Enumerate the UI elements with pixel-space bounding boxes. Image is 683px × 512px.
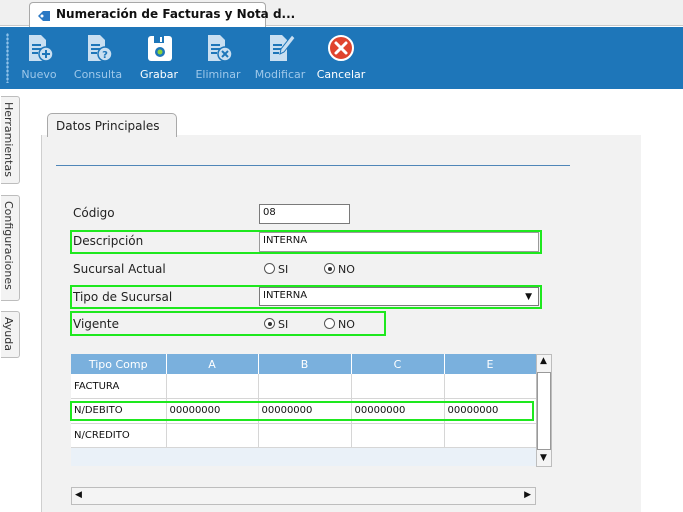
table-cell[interactable] bbox=[444, 423, 536, 448]
table-cell[interactable]: FACTURA bbox=[71, 374, 167, 399]
table-cell[interactable] bbox=[351, 374, 445, 399]
sucursal-actual-label: Sucursal Actual bbox=[73, 262, 166, 276]
modificar-button[interactable]: Modificar bbox=[254, 32, 306, 86]
section-divider bbox=[56, 165, 570, 166]
table-cell[interactable] bbox=[258, 374, 352, 399]
scroll-left-arrow-icon[interactable]: ◀ bbox=[75, 490, 82, 500]
consulta-label: Consulta bbox=[73, 68, 123, 81]
sucursal-actual-si-label: SI bbox=[278, 263, 289, 276]
save-disk-icon bbox=[148, 36, 172, 61]
scrollbar-thumb[interactable] bbox=[537, 372, 551, 450]
table-cell[interactable] bbox=[166, 374, 259, 399]
table-row[interactable]: N/CREDITO bbox=[71, 423, 536, 448]
nuevo-button[interactable]: Nuevo bbox=[13, 32, 65, 86]
highlight-box-tipo-sucursal bbox=[70, 285, 542, 309]
highlight-box-ndebito-row bbox=[70, 401, 534, 421]
side-tab-configuraciones[interactable]: Configuraciones bbox=[1, 195, 20, 301]
sucursal-actual-no-label: NO bbox=[338, 263, 355, 276]
side-tab-herramientas[interactable]: Herramientas bbox=[1, 96, 20, 184]
eliminar-label: Eliminar bbox=[195, 68, 241, 81]
highlight-box-descripcion bbox=[70, 230, 542, 254]
new-document-icon bbox=[29, 35, 54, 62]
table-header-row: Tipo Comp A B C E bbox=[71, 354, 536, 374]
column-header-a[interactable]: A bbox=[166, 354, 259, 374]
side-tab-label: Ayuda bbox=[2, 317, 15, 351]
highlight-box-vigente bbox=[70, 311, 386, 336]
scroll-up-arrow-icon[interactable]: ▲ bbox=[540, 356, 547, 366]
document-tab-icon bbox=[38, 11, 50, 21]
document-tab[interactable]: Numeración de Facturas y Nota d... bbox=[29, 2, 295, 27]
toolbar-grip[interactable] bbox=[6, 33, 9, 83]
sucursal-actual-si-radio[interactable]: SI bbox=[264, 263, 288, 276]
tab-datos-principales[interactable]: Datos Principales bbox=[47, 113, 177, 137]
nuevo-label: Nuevo bbox=[21, 68, 57, 81]
sucursal-actual-no-radio[interactable]: NO bbox=[324, 263, 355, 276]
scroll-right-arrow-icon[interactable]: ▶ bbox=[524, 490, 531, 500]
radio-unchecked-icon bbox=[264, 263, 275, 274]
grid-horizontal-scrollbar[interactable]: ◀ ▶ bbox=[71, 487, 536, 505]
cancel-icon bbox=[328, 35, 354, 61]
consulta-button[interactable]: ? Consulta bbox=[72, 32, 124, 86]
table-cell[interactable]: N/CREDITO bbox=[71, 423, 167, 448]
modificar-label: Modificar bbox=[254, 68, 306, 81]
cancelar-label: Cancelar bbox=[316, 68, 366, 81]
table-cell[interactable] bbox=[444, 374, 536, 399]
codigo-label: Código bbox=[73, 206, 115, 220]
document-tab-label: Numeración de Facturas y Nota d... bbox=[56, 7, 296, 21]
column-header-e[interactable]: E bbox=[444, 354, 536, 374]
column-header-b[interactable]: B bbox=[258, 354, 352, 374]
cancelar-button[interactable]: Cancelar bbox=[315, 32, 367, 86]
query-document-icon: ? bbox=[88, 35, 113, 62]
codigo-field[interactable]: 08 bbox=[259, 204, 350, 224]
table-cell[interactable] bbox=[258, 423, 352, 448]
table-cell[interactable] bbox=[351, 423, 445, 448]
delete-document-icon bbox=[208, 35, 233, 62]
tab-datos-principales-label: Datos Principales bbox=[56, 119, 160, 133]
svg-text:?: ? bbox=[102, 50, 108, 61]
grabar-button[interactable]: Grabar bbox=[133, 32, 185, 86]
edit-document-icon bbox=[270, 34, 295, 61]
grid-vertical-scrollbar[interactable]: ▲ ▼ bbox=[536, 354, 552, 467]
eliminar-button[interactable]: Eliminar bbox=[192, 32, 244, 86]
table-cell[interactable] bbox=[166, 423, 259, 448]
toolbar: Nuevo ? Consulta Grabar Eliminar Modific… bbox=[0, 27, 683, 89]
radio-checked-icon bbox=[324, 263, 335, 274]
grabar-label: Grabar bbox=[139, 68, 179, 81]
window-tab-strip: Numeración de Facturas y Nota d... bbox=[0, 0, 683, 27]
table-row[interactable]: FACTURA bbox=[71, 374, 536, 399]
scroll-down-arrow-icon[interactable]: ▼ bbox=[540, 453, 547, 463]
side-tab-label: Configuraciones bbox=[2, 201, 15, 290]
side-tab-ayuda[interactable]: Ayuda bbox=[1, 311, 20, 358]
column-header-tipo-comp[interactable]: Tipo Comp bbox=[71, 354, 167, 374]
column-header-c[interactable]: C bbox=[351, 354, 445, 374]
side-tab-label: Herramientas bbox=[2, 102, 15, 177]
